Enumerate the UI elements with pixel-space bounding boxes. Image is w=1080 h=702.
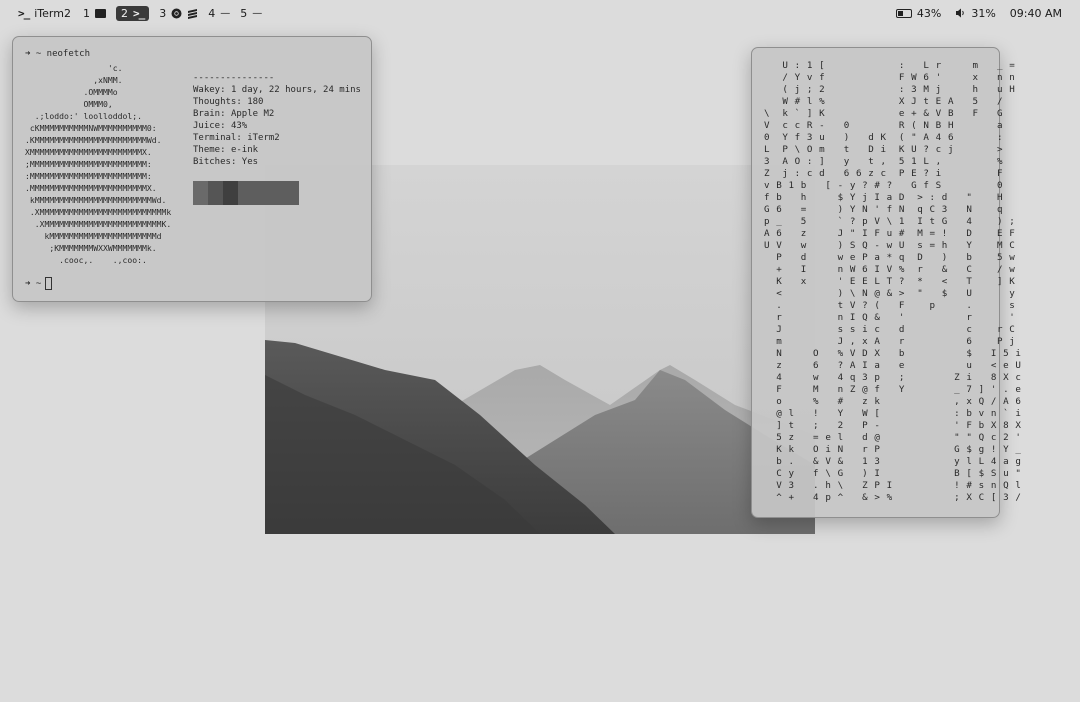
workspace-2[interactable]: 2 >_ (115, 5, 150, 21)
terminal-window-matrix[interactable]: U : 1 [ : L r m _ = / Y v f F W 6 ' x n … (751, 47, 1021, 518)
color-palette (193, 181, 299, 205)
info-value: e-ink (230, 145, 259, 155)
info-row: Brain: Apple M2 (193, 109, 275, 119)
info-row: Terminal: iTerm2 (193, 133, 280, 143)
menu-bar: >_ iTerm2 1 2 >_ 3 4 — 5 — 43% 31% 09:40… (0, 0, 1080, 26)
info-separator: --------------- (193, 73, 275, 83)
volume-percent: 31% (971, 6, 996, 20)
workspace-3-label: 3 (159, 6, 167, 20)
workspace-4-empty: — (220, 7, 231, 19)
speaker-icon (956, 8, 965, 18)
info-value: 43% (230, 121, 248, 131)
info-value: iTerm2 (247, 133, 280, 143)
info-key: Brain (193, 109, 221, 119)
system-info: --------------- Wakey: 1 day, 22 hours, … (193, 72, 361, 168)
info-row: Theme: e-ink (193, 145, 259, 155)
battery-status[interactable]: 43% (895, 6, 942, 20)
palette-swatch (208, 181, 223, 205)
text-cursor (45, 277, 53, 290)
terminal-window-icon (94, 8, 106, 18)
apple-logo-ascii-art: 'c. ,xNMM. .OMMMMo OMMM0, .;loddo:' lool… (25, 63, 172, 265)
info-value: Yes (241, 157, 259, 167)
info-key: Thoughts (193, 97, 237, 107)
info-value: 180 (247, 97, 264, 107)
info-row: Juice: 43% (193, 121, 248, 131)
prompt-text: ➜ ~ (25, 278, 42, 289)
command-line: ➜ ~ neofetch (25, 49, 91, 59)
clock[interactable]: 09:40 AM (1010, 7, 1062, 20)
battery-percent: 43% (916, 6, 942, 20)
palette-swatch (238, 181, 299, 205)
workspace-2-label: 2 (120, 6, 128, 20)
info-row: Wakey: 1 day, 22 hours, 24 mins (193, 85, 361, 95)
input-prompt[interactable]: ➜ ~ (25, 277, 53, 290)
palette-swatch (193, 181, 208, 205)
info-key: Terminal (193, 133, 237, 143)
workspace-1-label: 1 (82, 6, 90, 20)
info-key: Theme (193, 145, 221, 155)
terminal-window-neofetch[interactable]: ➜ ~ neofetch 'c. ,xNMM. .OMMMMo OMMM0, .… (12, 36, 372, 302)
workspace-4[interactable]: 4 — (208, 7, 230, 20)
workspace-4-label: 4 (208, 6, 216, 20)
menu-bar-left: >_ iTerm2 1 2 >_ 3 4 — 5 — (0, 5, 272, 21)
info-row: Thoughts: 180 (193, 97, 264, 107)
matrix-rain-text: U : 1 [ : L r m _ = / Y v f F W 6 ' x n … (764, 60, 1022, 503)
active-app[interactable]: >_ iTerm2 (18, 7, 71, 20)
volume-status[interactable]: 31% (955, 6, 996, 20)
workspace-1[interactable]: 1 (83, 7, 106, 20)
info-row: Bitches: Yes (193, 157, 259, 167)
workspace-5-empty: — (252, 7, 263, 19)
info-value: 1 day, 22 hours, 24 mins (230, 85, 361, 95)
active-app-name: iTerm2 (34, 6, 71, 20)
info-key: Wakey (193, 85, 221, 95)
terminal-prompt-icon: >_ (132, 6, 145, 20)
terminal-prompt-icon: >_ (18, 6, 30, 20)
info-value: Apple M2 (230, 109, 275, 119)
workspace-5-label: 5 (240, 6, 248, 20)
workspace-5[interactable]: 5 — (240, 7, 262, 20)
palette-swatch (223, 181, 238, 205)
battery-icon (895, 8, 912, 18)
chrome-icon (171, 8, 182, 18)
editor-icon (188, 8, 198, 19)
info-key: Bitches (193, 157, 231, 167)
menu-bar-right: 43% 31% 09:40 AM (895, 6, 1080, 20)
workspace-3[interactable]: 3 (159, 7, 198, 20)
info-key: Juice (193, 121, 221, 131)
